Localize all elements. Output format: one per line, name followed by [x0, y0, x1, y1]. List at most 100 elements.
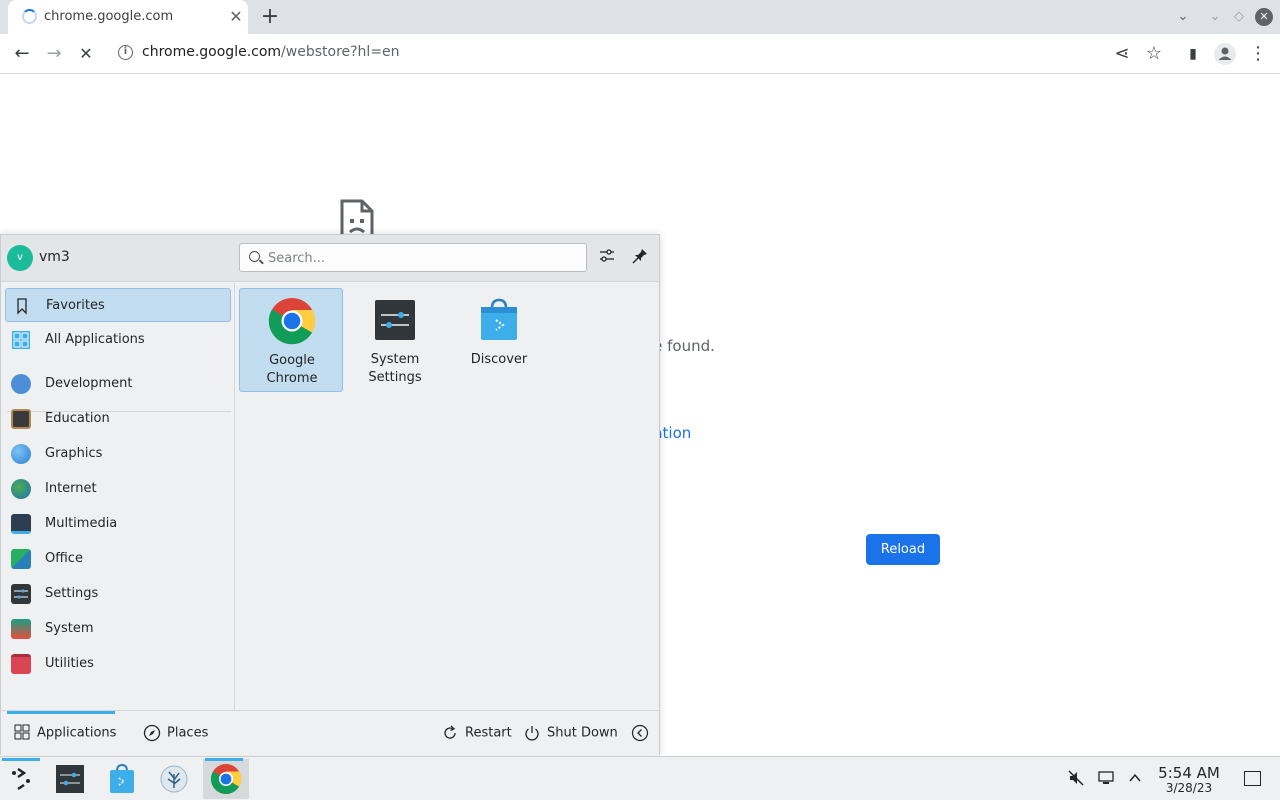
- system-settings-icon: [375, 300, 415, 340]
- new-tab-button[interactable]: +: [258, 4, 282, 30]
- category-settings[interactable]: Settings: [5, 577, 231, 611]
- show-desktop-icon[interactable]: [1244, 771, 1261, 786]
- tab-search-icon[interactable]: ⌄: [1174, 8, 1192, 26]
- taskbar-google-chrome[interactable]: [203, 758, 249, 799]
- shutdown-button[interactable]: Shut Down: [523, 724, 618, 744]
- category-education[interactable]: Education: [5, 402, 231, 436]
- grid-icon: [11, 330, 31, 350]
- site-info-icon[interactable]: i: [118, 45, 133, 60]
- education-icon: [11, 409, 31, 429]
- minimize-icon[interactable]: ⌄: [1206, 8, 1224, 26]
- volume-muted-icon[interactable]: [1066, 769, 1086, 789]
- reload-button[interactable]: Reload: [866, 534, 940, 565]
- tab-label: Places: [167, 725, 209, 741]
- utilities-icon: [11, 654, 31, 674]
- search-input[interactable]: [268, 248, 578, 268]
- category-label: System: [45, 621, 94, 636]
- category-all-applications[interactable]: All Applications: [5, 323, 231, 357]
- application-launcher: v vm3 Favorites All Applications: [0, 234, 660, 755]
- discover-icon: [481, 298, 517, 340]
- configure-icon[interactable]: [596, 247, 618, 269]
- restart-label: Restart: [465, 725, 512, 741]
- shutdown-label: Shut Down: [547, 725, 618, 741]
- category-label: Education: [45, 411, 110, 426]
- category-label: Favorites: [46, 298, 105, 313]
- applications-grid: Google Chrome System Settings Discover: [237, 283, 659, 710]
- side-panel-icon[interactable]: ▮: [1181, 42, 1205, 66]
- loading-spinner-icon: [22, 9, 37, 24]
- category-label: Office: [45, 551, 83, 566]
- clock-time[interactable]: 5:54 AM: [1156, 764, 1222, 782]
- search-box[interactable]: [239, 243, 587, 272]
- kde-launcher-icon: [12, 767, 30, 791]
- tray-expand-icon[interactable]: [1125, 769, 1145, 789]
- multimedia-icon: [11, 514, 31, 534]
- category-office[interactable]: Office: [5, 542, 231, 576]
- clock-date[interactable]: 3/28/23: [1156, 781, 1222, 795]
- power-icon: [523, 724, 541, 742]
- display-icon[interactable]: [1096, 769, 1116, 789]
- tab-applications[interactable]: Applications: [13, 724, 116, 744]
- system-settings-icon: [56, 765, 84, 793]
- sad-page-icon: [340, 199, 374, 239]
- taskbar-discover[interactable]: [99, 759, 145, 799]
- forward-button[interactable]: →: [42, 42, 66, 66]
- category-label: Development: [45, 376, 133, 391]
- app-label: Discover: [470, 352, 528, 367]
- stop-button[interactable]: ✕: [74, 42, 98, 66]
- tab-close-icon[interactable]: ✕: [226, 7, 246, 27]
- category-sidebar: Favorites All Applications Development E…: [1, 283, 235, 710]
- category-system[interactable]: System: [5, 612, 231, 646]
- address-bar[interactable]: chrome.google.com/webstore?hl=en: [142, 44, 400, 60]
- launcher-footer: Applications Places Restart Shut Down: [1, 710, 659, 755]
- category-label: Settings: [45, 586, 99, 601]
- share-icon[interactable]: ⋖: [1110, 42, 1134, 66]
- user-name: vm3: [39, 249, 70, 265]
- tab-title: chrome.google.com: [44, 9, 174, 24]
- app-system-settings[interactable]: System Settings: [343, 288, 447, 392]
- tab-strip: chrome.google.com ✕ + ⌄ ⌄ ◇ ✕: [0, 0, 1280, 34]
- restart-button[interactable]: Restart: [441, 724, 512, 744]
- category-label: Multimedia: [45, 516, 118, 531]
- application-launcher-button[interactable]: [0, 758, 46, 799]
- app-discover[interactable]: Discover: [447, 288, 551, 392]
- app-google-chrome[interactable]: Google Chrome: [239, 288, 343, 392]
- category-label: Graphics: [45, 446, 103, 461]
- chrome-menu-icon[interactable]: ⋮: [1246, 42, 1270, 66]
- maximize-icon[interactable]: ◇: [1230, 8, 1248, 26]
- coral-app-icon: [160, 765, 188, 793]
- category-development[interactable]: Development: [5, 367, 231, 401]
- user-avatar[interactable]: v: [7, 245, 33, 271]
- category-internet[interactable]: Internet: [5, 472, 231, 506]
- bookmark-star-icon[interactable]: ☆: [1142, 42, 1166, 66]
- pin-icon[interactable]: [629, 247, 651, 269]
- window-close-icon[interactable]: ✕: [1255, 8, 1273, 26]
- development-icon: [11, 374, 31, 394]
- profile-avatar-icon[interactable]: [1214, 43, 1236, 65]
- category-multimedia[interactable]: Multimedia: [5, 507, 231, 541]
- settings-icon: [11, 584, 31, 604]
- browser-toolbar: ← → ✕ i chrome.google.com/webstore?hl=en…: [0, 34, 1280, 74]
- internet-icon: [11, 479, 31, 499]
- category-graphics[interactable]: Graphics: [5, 437, 231, 471]
- category-label: Internet: [45, 481, 97, 496]
- tab-places[interactable]: Places: [143, 724, 208, 744]
- bookmark-icon: [12, 296, 32, 316]
- active-indicator: [205, 758, 243, 761]
- app-label: System Settings: [368, 352, 422, 385]
- taskbar-plasma-app[interactable]: [151, 759, 197, 799]
- category-label: Utilities: [45, 656, 94, 671]
- leave-more-button[interactable]: [631, 724, 655, 744]
- compass-icon: [143, 724, 161, 742]
- taskbar-system-settings[interactable]: [47, 759, 93, 799]
- browser-tab[interactable]: chrome.google.com ✕: [8, 0, 248, 34]
- category-utilities[interactable]: Utilities: [5, 647, 231, 681]
- chrome-icon: [210, 764, 242, 795]
- tab-label: Applications: [37, 725, 117, 741]
- url-host: chrome.google.com: [142, 44, 282, 60]
- taskbar: 5:54 AM 3/28/23: [0, 756, 1280, 800]
- chevron-left-icon: [631, 724, 649, 742]
- back-button[interactable]: ←: [10, 42, 34, 66]
- category-favorites[interactable]: Favorites: [5, 288, 231, 322]
- category-label: All Applications: [45, 332, 145, 347]
